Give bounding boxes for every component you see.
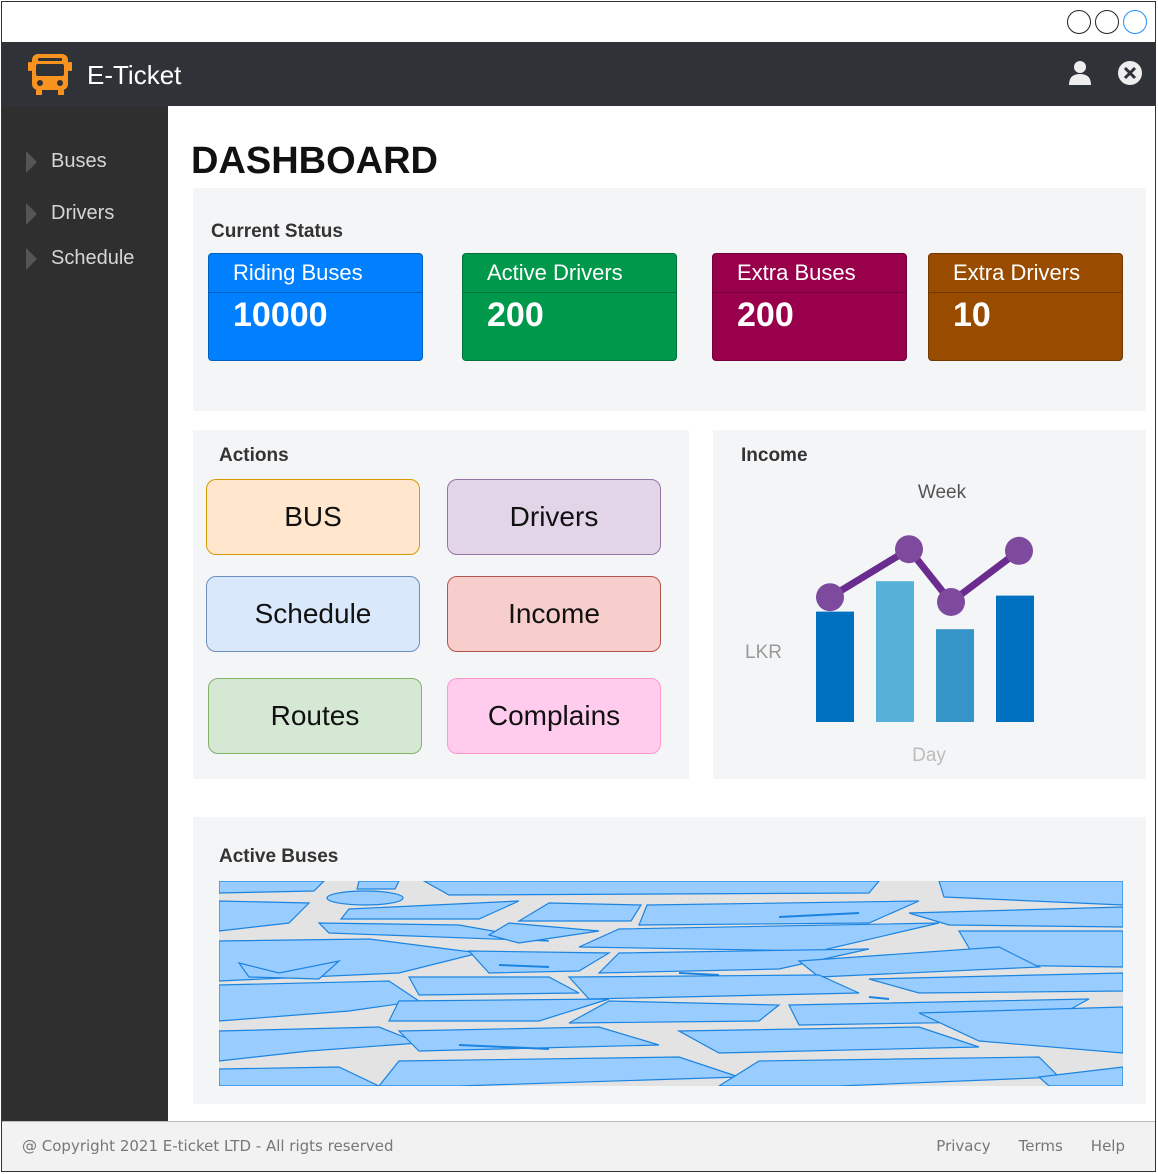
app-title: E-Ticket	[87, 60, 182, 90]
complains-action-button[interactable]: Complains	[447, 678, 661, 754]
extra-buses-card: Extra Buses 200	[712, 253, 907, 361]
schedule-action-button[interactable]: Schedule	[206, 576, 420, 652]
panel-title: Actions	[219, 445, 289, 466]
bus-logo-icon	[28, 54, 72, 95]
riding-buses-card: Riding Buses 10000	[208, 253, 423, 361]
active-buses-panel: Active Buses	[193, 817, 1146, 1104]
close-window-button[interactable]	[1123, 10, 1147, 34]
income-bar	[816, 611, 854, 722]
sidebar: Buses Drivers Schedule	[2, 106, 168, 1123]
income-chart: Week LKR Day	[745, 482, 1034, 766]
stat-label: Extra Buses	[737, 260, 856, 285]
income-line-point	[937, 588, 965, 616]
income-line	[828, 544, 1022, 607]
income-bar	[996, 595, 1034, 722]
copyright-text: @ Copyright 2021 E-ticket LTD - All rigt…	[22, 1137, 394, 1155]
income-bar	[936, 629, 974, 722]
logout-icon[interactable]	[1117, 60, 1143, 86]
chevron-right-icon	[26, 247, 37, 270]
panel-title: Current Status	[211, 221, 343, 242]
routes-action-button[interactable]: Routes	[208, 678, 422, 754]
sidebar-item-buses[interactable]: Buses	[26, 150, 107, 173]
stat-label: Riding Buses	[233, 260, 363, 285]
stat-label: Extra Drivers	[953, 260, 1081, 285]
active-drivers-card: Active Drivers 200	[462, 253, 677, 361]
income-line-point	[1005, 536, 1033, 565]
sidebar-item-schedule[interactable]: Schedule	[26, 247, 134, 270]
income-panel: Income Week LKR Day	[713, 430, 1146, 779]
active-buses-map[interactable]	[219, 881, 1123, 1086]
stat-value: 200	[487, 296, 544, 334]
terms-link[interactable]: Terms	[1019, 1137, 1063, 1155]
maximize-button[interactable]	[1095, 10, 1119, 34]
stat-value: 10	[953, 296, 991, 334]
extra-drivers-card: Extra Drivers 10	[928, 253, 1123, 361]
privacy-link[interactable]: Privacy	[936, 1137, 990, 1155]
x-axis-label: Day	[912, 745, 946, 766]
income-action-button[interactable]: Income	[447, 576, 661, 652]
minimize-button[interactable]	[1067, 10, 1091, 34]
app-window: E-Ticket Buses Drivers Schedule DASHBOAR…	[1, 1, 1156, 1172]
stat-label: Active Drivers	[487, 260, 623, 285]
panel-title: Active Buses	[219, 846, 339, 867]
page-title: DASHBOARD	[191, 140, 438, 182]
sidebar-item-label: Schedule	[51, 247, 135, 269]
sidebar-item-drivers[interactable]: Drivers	[26, 202, 114, 225]
income-line-point	[895, 535, 923, 564]
stat-value: 200	[737, 296, 794, 334]
y-axis-label: LKR	[745, 642, 782, 663]
drivers-action-button[interactable]: Drivers	[447, 479, 661, 555]
user-icon[interactable]	[1067, 60, 1093, 86]
stat-value: 10000	[233, 296, 328, 334]
window-controls	[1067, 10, 1147, 34]
footer-links: Privacy Terms Help	[936, 1137, 1125, 1155]
chevron-right-icon	[26, 150, 37, 173]
help-link[interactable]: Help	[1091, 1137, 1125, 1155]
chevron-right-icon	[26, 202, 37, 225]
income-line-point	[816, 583, 844, 612]
chart-title: Week	[918, 482, 967, 503]
income-bar	[876, 581, 914, 722]
bus-action-button[interactable]: BUS	[206, 479, 420, 555]
sidebar-item-label: Buses	[51, 150, 107, 172]
footer: @ Copyright 2021 E-ticket LTD - All rigt…	[2, 1121, 1155, 1171]
sidebar-item-label: Drivers	[51, 202, 115, 224]
app-header: E-Ticket	[2, 42, 1155, 106]
